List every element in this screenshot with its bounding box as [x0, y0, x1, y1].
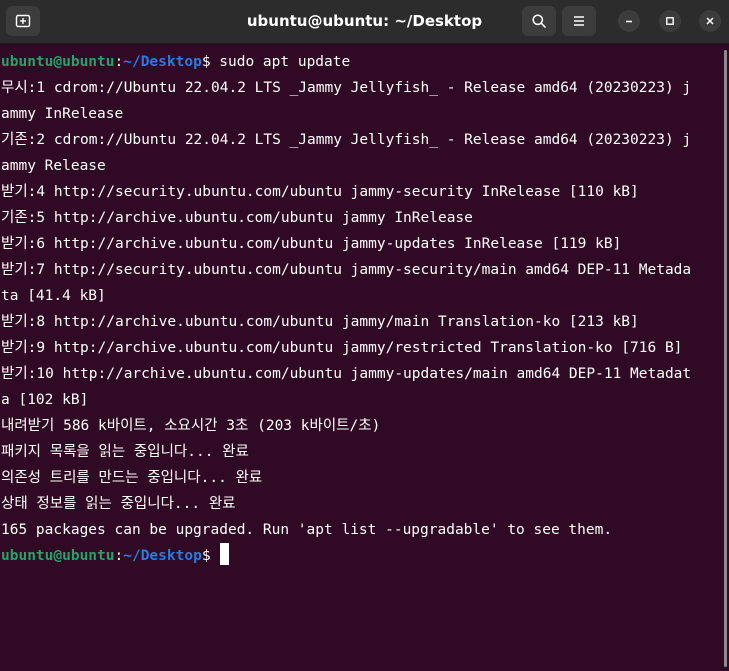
prompt-user-host: ubuntu@ubuntu — [1, 548, 115, 564]
prompt-dollar: $ — [201, 548, 211, 564]
prompt-user-host: ubuntu@ubuntu — [1, 54, 115, 70]
maximize-icon — [666, 17, 674, 25]
output-line: 상태 정보를 읽는 중입니다... 완료 — [1, 496, 236, 512]
new-tab-icon — [15, 14, 31, 28]
menu-button[interactable] — [562, 6, 596, 36]
prompt-path: ~/Desktop — [123, 54, 202, 70]
close-icon — [706, 17, 714, 25]
output-line: ammy Release — [1, 158, 106, 174]
new-tab-button[interactable] — [6, 6, 40, 36]
prompt-colon: : — [114, 54, 124, 70]
terminal-output-area[interactable]: ubuntu@ubuntu:~/Desktop$ sudo apt update… — [0, 49, 729, 671]
text-cursor — [220, 543, 230, 565]
output-line: 기존:2 cdrom://Ubuntu 22.04.2 LTS _Jammy J… — [1, 132, 692, 148]
output-line: 받기:9 http://archive.ubuntu.com/ubuntu ja… — [1, 340, 683, 356]
prompt-dollar: $ — [201, 54, 211, 70]
close-button[interactable] — [699, 10, 721, 32]
output-line: 받기:4 http://security.ubuntu.com/ubuntu j… — [1, 184, 639, 200]
minimize-icon — [626, 20, 632, 23]
command-line: ubuntu@ubuntu:~/Desktop$ sudo apt update — [0, 49, 729, 75]
output-line: 받기:7 http://security.ubuntu.com/ubuntu j… — [1, 262, 692, 278]
title-bar[interactable]: ubuntu@ubuntu: ~/Desktop — [0, 0, 729, 44]
prompt-path: ~/Desktop — [123, 548, 202, 564]
search-button[interactable] — [522, 6, 556, 36]
minimize-button[interactable] — [618, 10, 640, 32]
output-line: 받기:8 http://archive.ubuntu.com/ubuntu ja… — [1, 314, 639, 330]
command-text: sudo apt update — [210, 54, 351, 70]
output-line: 165 packages can be upgraded. Run 'apt l… — [1, 522, 613, 538]
output-line: ta [41.4 kB] — [1, 288, 106, 304]
output-line: 내려받기 586 k바이트, 소요시간 3초 (203 k바이트/초) — [1, 418, 381, 434]
output-line: 기존:5 http://archive.ubuntu.com/ubuntu ja… — [1, 210, 473, 226]
output-line: 의존성 트리를 만드는 중입니다... 완료 — [1, 470, 263, 486]
scrollbar[interactable] — [724, 50, 727, 667]
output-line: 무시:1 cdrom://Ubuntu 22.04.2 LTS _Jammy J… — [1, 80, 692, 96]
output-line: 패키지 목록을 읽는 중입니다... 완료 — [1, 444, 249, 460]
prompt-line: ubuntu@ubuntu:~/Desktop$ — [0, 543, 729, 569]
maximize-button[interactable] — [659, 10, 681, 32]
output-line: a [102 kB] — [1, 392, 89, 408]
terminal-window: ubuntu@ubuntu: ~/Desktop ubuntu@ubuntu:~… — [0, 0, 729, 671]
output-line: 받기:10 http://archive.ubuntu.com/ubuntu j… — [1, 366, 692, 382]
output-line: 받기:6 http://archive.ubuntu.com/ubuntu ja… — [1, 236, 622, 252]
output-line: ammy InRelease — [1, 106, 124, 122]
search-icon — [532, 14, 546, 28]
hamburger-menu-icon — [574, 16, 584, 26]
prompt-colon: : — [114, 548, 124, 564]
